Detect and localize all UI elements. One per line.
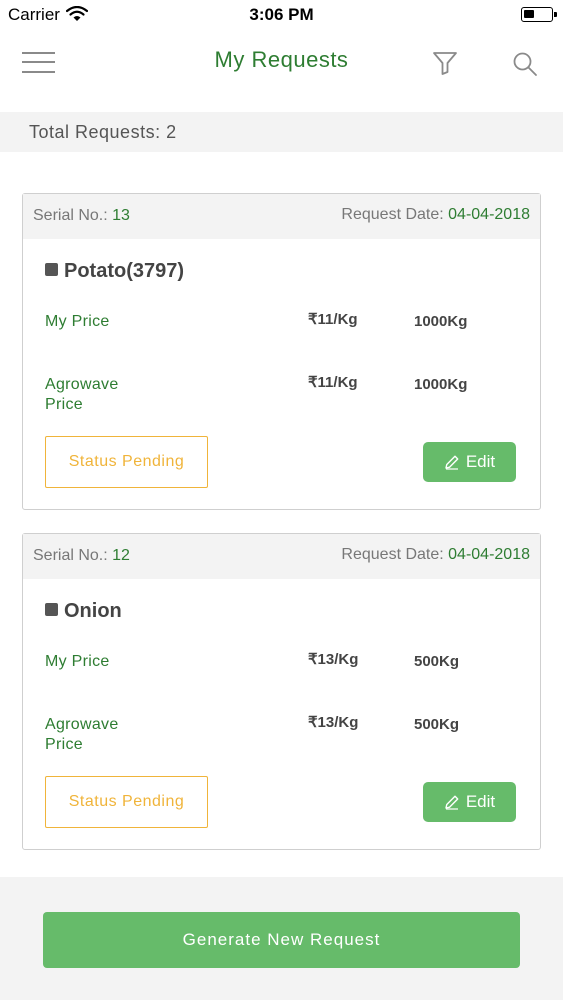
request-card-header: Serial No.: 12 Request Date: 04-04-2018 [23, 534, 540, 579]
product-name: Onion [45, 600, 122, 623]
edit-button[interactable]: Edit [423, 442, 516, 482]
total-requests-label: Total Requests: 2 [29, 122, 177, 142]
search-icon[interactable] [512, 51, 538, 82]
serial-number: Serial No.: 13 [33, 207, 130, 224]
my-price-label: My Price [45, 653, 110, 670]
status-pending-button[interactable]: Status Pending [45, 436, 208, 488]
edit-button[interactable]: Edit [423, 782, 516, 822]
battery-icon [521, 7, 557, 22]
request-date: Request Date: 04-04-2018 [341, 546, 530, 563]
my-price-label: My Price [45, 313, 110, 330]
status-bar: Carrier 3:06 PM [0, 0, 563, 30]
agrowave-price-label: Agrowave Price [45, 376, 119, 413]
agrowave-quantity-value: 1000Kg [414, 376, 468, 393]
pencil-icon [445, 795, 459, 810]
nav-bar: My Requests [0, 30, 563, 112]
request-card: Serial No.: 13 Request Date: 04-04-2018 … [22, 193, 541, 510]
status-pending-button[interactable]: Status Pending [45, 776, 208, 828]
bullet-square-icon [45, 603, 58, 616]
serial-number: Serial No.: 12 [33, 547, 130, 564]
agrowave-price-value: ₹13/Kg [308, 714, 359, 731]
my-quantity-value: 500Kg [414, 653, 460, 670]
filter-icon[interactable] [432, 50, 458, 81]
product-name: Potato(3797) [45, 260, 184, 283]
pencil-icon [445, 455, 459, 470]
my-price-value: ₹11/Kg [308, 311, 358, 328]
clock: 3:06 PM [249, 5, 314, 24]
page-title: My Requests [214, 47, 349, 72]
agrowave-quantity-value: 500Kg [414, 716, 460, 733]
request-card: Serial No.: 12 Request Date: 04-04-2018 … [22, 533, 541, 850]
generate-new-request-button[interactable]: Generate New Request [43, 912, 520, 968]
total-requests-bar: Total Requests: 2 [0, 112, 563, 152]
request-card-header: Serial No.: 13 Request Date: 04-04-2018 [23, 194, 540, 239]
footer-bar: Generate New Request [0, 877, 563, 1000]
request-date: Request Date: 04-04-2018 [341, 206, 530, 223]
my-quantity-value: 1000Kg [414, 313, 468, 330]
bullet-square-icon [45, 263, 58, 276]
my-price-value: ₹13/Kg [308, 651, 359, 668]
agrowave-price-label: Agrowave Price [45, 716, 119, 753]
agrowave-price-value: ₹11/Kg [308, 374, 358, 391]
